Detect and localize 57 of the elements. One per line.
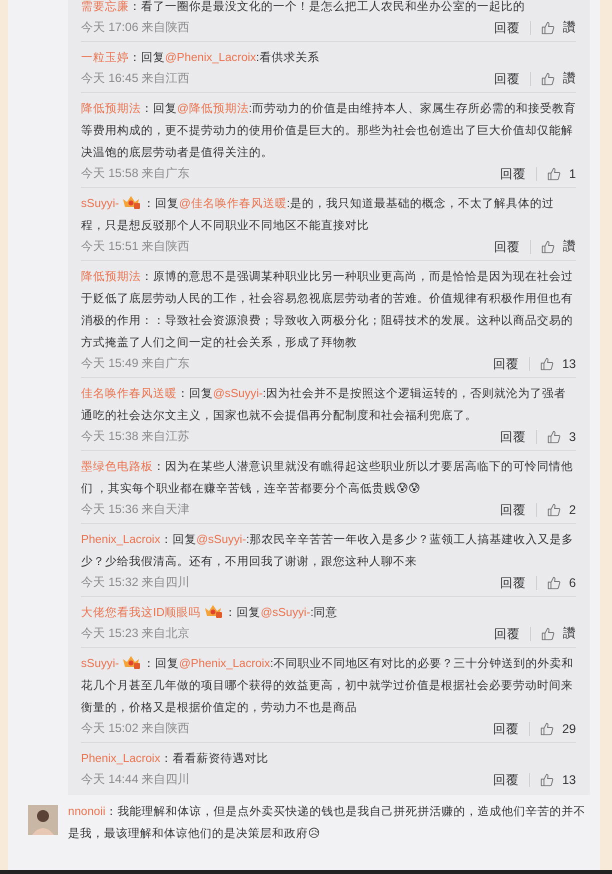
like-button[interactable]: 2 bbox=[537, 502, 576, 516]
comment-time: 今天 16:45 来自江西 bbox=[81, 70, 191, 87]
reply-button[interactable]: 回覆 bbox=[493, 772, 530, 786]
reply-button[interactable]: 回覆 bbox=[500, 430, 538, 444]
thumbs-up-icon bbox=[547, 430, 562, 444]
comment-text: nnonoii：我能理解和体谅，但是点外卖买快递的钱也是我自己拼死拼活赚的，造成他们辛苦的并不是我，最该理解和体谅他们的是决策层和政府😥 bbox=[68, 804, 586, 842]
thumbs-up-icon bbox=[541, 20, 555, 34]
like-button[interactable]: 29 bbox=[530, 722, 576, 736]
thumbs-up-icon bbox=[547, 166, 562, 180]
thumbs-up-icon bbox=[540, 722, 554, 736]
avatar bbox=[28, 805, 58, 835]
like-button[interactable]: 讚 bbox=[531, 19, 576, 36]
reply-button[interactable]: 回覆 bbox=[493, 722, 530, 736]
comment-text: 降低预期法：原博的意思不是强调某种职业比另一种职业更高尚，而是恰恰是因为现在社会过于贬低了底层劳动人民的工作，社会容易忽视底层劳动者的苦难。价值规律有积极作用但也有消极的作用：：导致社会资源浪费；导致收入两极分化；阻碍技术的发展。这种以商品交易的方式掩盖了人们之间一定的社会关系，形成了拜物教 bbox=[81, 269, 574, 351]
thumbs-up-icon bbox=[547, 502, 562, 516]
thumbs-up-icon bbox=[541, 240, 555, 254]
comment-text: 降低预期法：回复@降低预期法:而劳动力的价值是由维持本人、家属生存所必需的和接受教育等费用构成的，更不提劳动力的使用价值是巨大的。那些为社会也创造出了巨大价值却仅能解决温饱的底层劳动者是值得关注的。 bbox=[81, 101, 576, 161]
like-button[interactable]: 1 bbox=[537, 166, 576, 180]
comment-time: 今天 17:06 来自陕西 bbox=[81, 19, 191, 36]
comment-time: 今天 14:44 来自四川 bbox=[81, 771, 191, 788]
reply-button[interactable]: 回覆 bbox=[493, 356, 530, 370]
like-button[interactable]: 13 bbox=[530, 356, 576, 370]
comment-time: 今天 15:49 来自广东 bbox=[81, 355, 191, 372]
like-button[interactable]: 讚 bbox=[531, 238, 576, 255]
reply-button[interactable]: 回覆 bbox=[500, 166, 538, 180]
reply-button[interactable]: 回覆 bbox=[494, 240, 531, 254]
comment-time: 今天 15:36 来自天津 bbox=[81, 501, 191, 518]
reply-button[interactable]: 回覆 bbox=[500, 502, 538, 516]
comment-text: sSuyyi- ：回复@佳名唤作春风送暖:是的，我只知道最基础的概念，不太了解具体的过程，只是想反驳那个人不同职业不同地区不能直接对比 bbox=[81, 193, 576, 237]
thumbs-up-icon bbox=[541, 626, 555, 640]
comment-text: Phenix_Lacroix：回复@sSuyyi-:那农民辛辛苦苦一年收入是多少？蓝领工人搞基建收入又是多少？少给我假清高。还有，不用回我了谢谢，跟您这种人聊不来 bbox=[81, 532, 574, 570]
thumbs-up-icon bbox=[540, 356, 554, 370]
comment-text: 佳名唤作春风送暖：回复@sSuyyi-:因为社会并不是按照这个逻辑运转的，否则就沦为了强者通吃的社会达尔文主义，国家也就不会提倡再分配制度和社会福利兜底了。 bbox=[81, 386, 568, 424]
comment-time: 今天 15:02 来自陕西 bbox=[81, 720, 191, 737]
reply-button[interactable]: 回覆 bbox=[494, 626, 531, 640]
comment-text: 大佬您看我这ID顺眼吗 ：回复@sSuyyi-:同意 bbox=[81, 602, 576, 624]
like-button[interactable]: 3 bbox=[537, 430, 576, 444]
like-button[interactable]: 13 bbox=[530, 772, 576, 786]
comment-time: 今天 15:51 来自陕西 bbox=[81, 238, 191, 255]
thumbs-up-icon bbox=[540, 772, 554, 786]
like-button[interactable]: 讚 bbox=[531, 625, 576, 642]
thumbs-up-icon bbox=[541, 72, 555, 86]
comment-time: 今天 15:38 来自江苏 bbox=[81, 428, 191, 445]
comment-text: Phenix_Lacroix：看看薪资待遇对比 bbox=[81, 751, 270, 767]
comment-text: 一粒玉婷：回复@Phenix_Lacroix:看供求关系 bbox=[81, 50, 320, 66]
comment-time: 今天 15:23 来自北京 bbox=[81, 625, 191, 642]
comment-time: 今天 15:32 来自四川 bbox=[81, 574, 191, 591]
comment-text: 需要忘廉：看了一圈你是最没文化的一个！是怎么把工人农民和坐办公室的一起比的 bbox=[81, 0, 526, 15]
comment-text: sSuyyi- ：回复@Phenix_Lacroix:不同职业不同地区有对比的必要？三十分钟送到的外卖和花几个月甚至几年做的项目哪个获得的效益更高，初中就学过价值是根据社会必要劳动时间来衡量的，价格又是根据价值定的，劳动力不也是商品 bbox=[81, 653, 576, 719]
reply-button[interactable]: 回覆 bbox=[494, 72, 531, 86]
like-button[interactable]: 讚 bbox=[531, 70, 576, 87]
reply-button[interactable]: 回覆 bbox=[500, 576, 538, 590]
thumbs-up-icon bbox=[547, 576, 562, 590]
comment-time: 今天 15:58 来自广东 bbox=[81, 165, 191, 182]
like-button[interactable]: 6 bbox=[537, 576, 576, 590]
reply-button[interactable]: 回覆 bbox=[494, 20, 531, 34]
comment-text: 墨绿色电路板：因为在某些人潜意识里就没有瞧得起这些职业所以才要居高临下的可怜同情他们 ，其实每个职业都在赚辛苦钱，连辛苦都要分个高低贵贱😰😰 bbox=[81, 459, 574, 497]
